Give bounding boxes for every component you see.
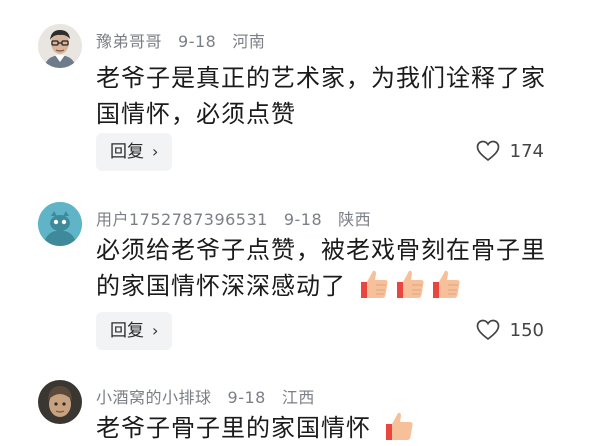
heart-icon <box>476 140 499 162</box>
username[interactable]: 豫弟哥哥 <box>96 32 162 51</box>
thumbs-up-icon <box>385 412 413 440</box>
username[interactable]: 小酒窝的小排球 <box>96 388 212 407</box>
comment-text: 必须给老爷子点赞，被老戏骨刻在骨子里的家国情怀深深感动了 <box>96 232 566 304</box>
teal-default-avatar <box>38 202 82 246</box>
comment-location: 河南 <box>232 32 266 51</box>
comment-date: 9-18 <box>227 388 266 407</box>
reply-button[interactable]: 回复 › <box>96 312 173 350</box>
man-with-glasses-avatar <box>38 24 82 68</box>
thumbs-up-icon <box>396 270 424 298</box>
comment-meta: 小酒窝的小排球 9-18 江西 <box>96 384 331 408</box>
helmet-figure-avatar <box>38 380 82 424</box>
like-button[interactable]: 150 <box>476 319 544 341</box>
like-button[interactable]: 174 <box>476 140 544 162</box>
heart-icon <box>476 319 499 341</box>
comment-date: 9-18 <box>178 32 217 51</box>
reply-label: 回复 <box>110 321 144 341</box>
comment-text-content: 老爷子骨子里的家国情怀 <box>96 414 371 442</box>
user-avatar[interactable] <box>38 380 82 424</box>
user-avatar[interactable] <box>38 24 82 68</box>
reply-label: 回复 <box>110 142 144 162</box>
comment-text: 老爷子是真正的艺术家，为我们诠释了家国情怀，必须点赞 <box>96 64 546 128</box>
user-avatar[interactable] <box>38 202 82 246</box>
reply-button[interactable]: 回复 › <box>96 133 173 171</box>
comment-location: 江西 <box>281 388 315 407</box>
comment-text: 老爷子骨子里的家国情怀 <box>96 410 566 446</box>
thumbs-up-icon <box>360 270 388 298</box>
username[interactable]: 用户1752787396531 <box>96 210 268 229</box>
comment-text-content: 必须给老爷子点赞，被老戏骨刻在骨子里的家国情怀深深感动了 <box>96 236 546 300</box>
comment-meta: 豫弟哥哥 9-18 河南 <box>96 28 281 52</box>
comment-meta: 用户1752787396531 9-18 陕西 <box>96 206 387 230</box>
thumbs-up-icon <box>432 270 460 298</box>
like-count: 174 <box>509 140 544 162</box>
chevron-right-icon: › <box>152 142 159 161</box>
like-count: 150 <box>509 319 544 341</box>
chevron-right-icon: › <box>152 321 159 340</box>
comment-date: 9-18 <box>283 210 323 229</box>
comment-location: 陕西 <box>338 210 372 229</box>
